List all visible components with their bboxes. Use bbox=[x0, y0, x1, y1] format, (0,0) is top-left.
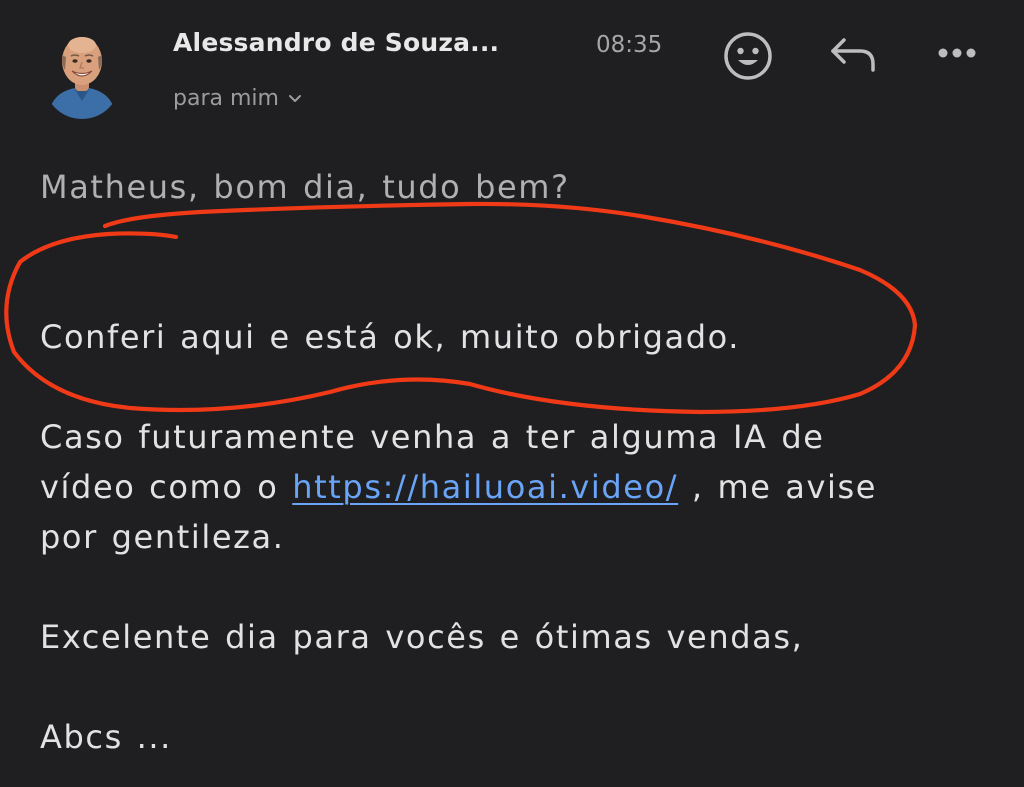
paragraph-line: por gentileza. bbox=[40, 518, 285, 556]
more-options-icon[interactable] bbox=[933, 40, 981, 66]
email-body-line-confirmation: Conferi aqui e está ok, muito obrigado. bbox=[40, 318, 741, 356]
hailuoai-link[interactable]: https://hailuoai.video/ bbox=[292, 468, 678, 506]
email-time: 08:35 bbox=[596, 32, 663, 58]
chevron-down-icon bbox=[288, 94, 301, 102]
paragraph-line-with-link: vídeo como o https://hailuoai.video/ , m… bbox=[40, 462, 877, 512]
sender-name[interactable]: Alessandro de Souza... bbox=[173, 28, 499, 57]
link-prefix: vídeo como o bbox=[40, 468, 293, 506]
email-body-closing: Excelente dia para vocês e ótimas vendas… bbox=[40, 618, 804, 656]
paragraph-line: Caso futuramente venha a ter alguma IA d… bbox=[40, 418, 825, 456]
email-signoff: Abcs ... bbox=[40, 718, 172, 756]
link-suffix: , me avise bbox=[678, 468, 878, 506]
recipient-label: para mim bbox=[173, 86, 279, 111]
avatar-photo bbox=[48, 37, 116, 119]
email-greeting: Matheus, bom dia, tudo bem? bbox=[40, 168, 570, 206]
reply-icon[interactable] bbox=[828, 34, 878, 76]
email-header: Alessandro de Souza... 08:35 para mim bbox=[0, 0, 1024, 140]
email-body-paragraph-request: Caso futuramente venha a ter alguma IA d… bbox=[40, 412, 877, 562]
recipient-toggle[interactable]: para mim bbox=[173, 86, 303, 111]
emoji-reaction-icon[interactable] bbox=[722, 30, 774, 82]
sender-avatar[interactable] bbox=[44, 25, 120, 119]
